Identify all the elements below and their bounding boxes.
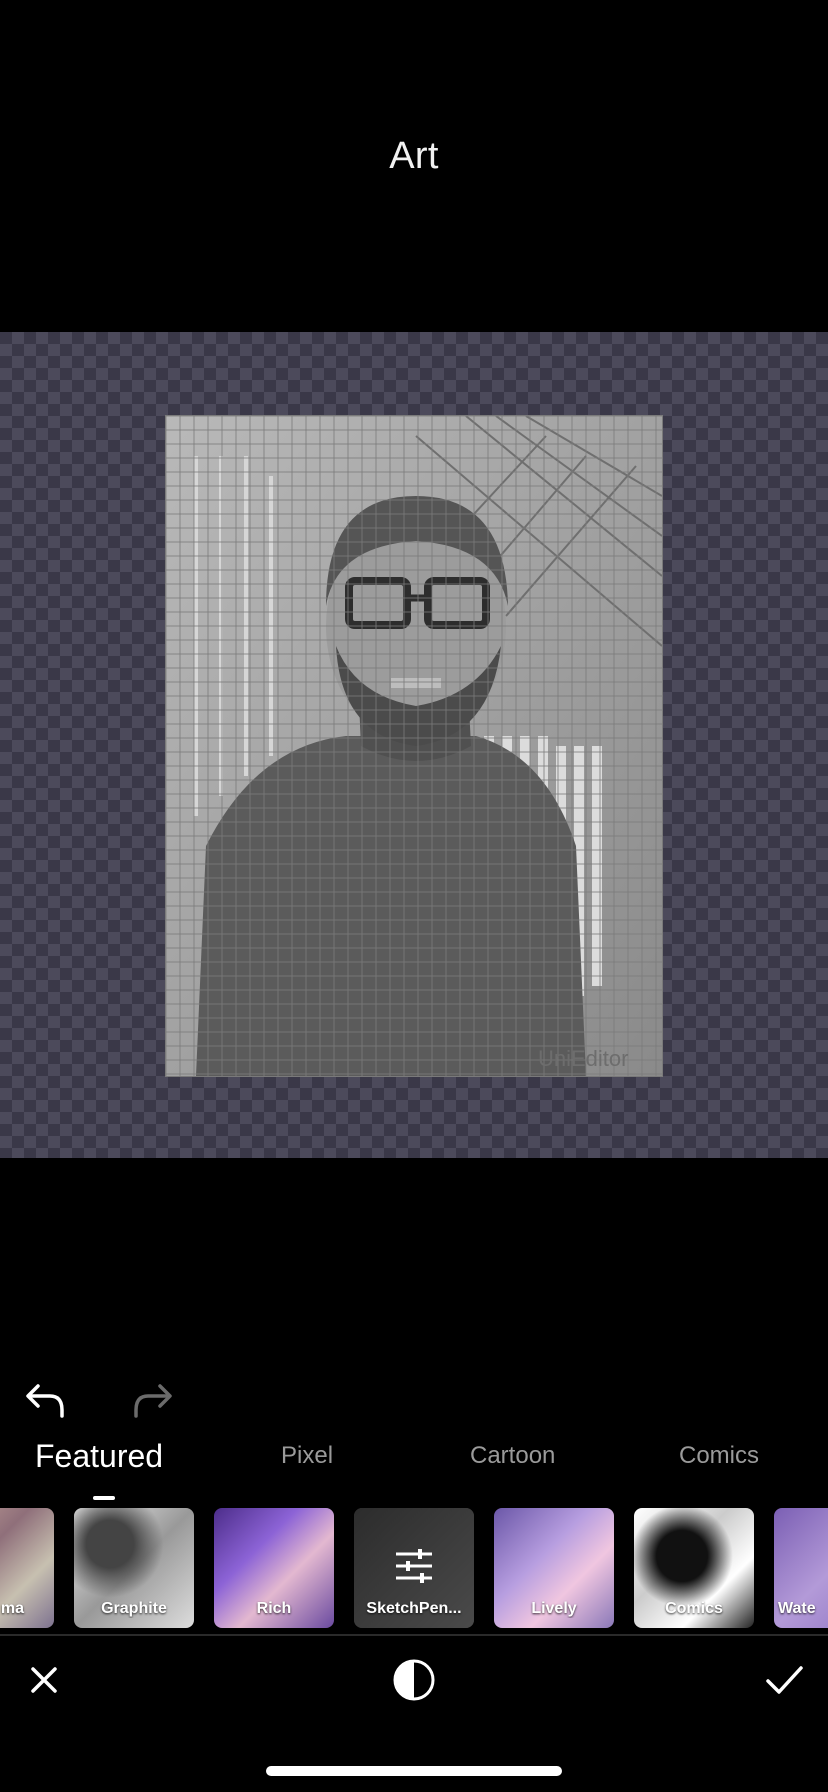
active-tab-indicator <box>93 1496 115 1500</box>
apply-button[interactable] <box>756 1652 812 1708</box>
effect-item-selected[interactable]: SketchPen... <box>354 1508 474 1628</box>
category-tabs: Featured Pixel Cartoon Comics <box>0 1438 828 1498</box>
tab-comics[interactable]: Comics <box>679 1442 759 1470</box>
history-controls <box>0 1372 828 1428</box>
effect-label: Lively <box>531 1600 577 1617</box>
cancel-button[interactable] <box>16 1652 72 1708</box>
compare-button[interactable] <box>386 1652 442 1708</box>
effect-label: Graphite <box>101 1600 167 1617</box>
bottom-bar <box>0 1652 828 1708</box>
redo-button[interactable] <box>124 1372 180 1428</box>
page-title: Art <box>389 135 439 177</box>
effect-item[interactable]: Graphite <box>74 1508 194 1628</box>
effect-label: Rich <box>256 1600 292 1617</box>
photo-art: UniEditor <box>166 416 662 1076</box>
tab-featured[interactable]: Featured <box>35 1438 163 1475</box>
effect-label: Wate <box>778 1600 816 1617</box>
effect-item[interactable]: ma <box>0 1508 54 1628</box>
effect-item[interactable]: Wate <box>774 1508 828 1628</box>
effect-label: Comics <box>665 1600 723 1617</box>
effect-label: ma <box>0 1600 24 1617</box>
tab-cartoon[interactable]: Cartoon <box>470 1442 555 1470</box>
redo-icon <box>134 1384 172 1418</box>
effect-item[interactable]: Lively <box>494 1508 614 1628</box>
undo-icon <box>26 1384 64 1418</box>
tab-pixel[interactable]: Pixel <box>281 1442 333 1470</box>
effect-item[interactable]: Comics <box>634 1508 754 1628</box>
sliders-icon <box>396 1549 432 1583</box>
effect-label: SketchPen... <box>366 1600 462 1617</box>
effect-item[interactable]: Rich <box>214 1508 334 1628</box>
check-icon <box>766 1666 803 1694</box>
divider <box>0 1634 828 1636</box>
home-indicator[interactable] <box>266 1766 562 1776</box>
undo-button[interactable] <box>18 1372 74 1428</box>
image-canvas[interactable]: UniEditor <box>0 332 828 1158</box>
effects-strip[interactable]: ma Graphite Rich SketchPen... Lively Com… <box>0 1508 828 1630</box>
watermark: UniEditor <box>538 1046 628 1071</box>
close-icon <box>31 1667 57 1693</box>
edited-photo: UniEditor <box>166 416 662 1076</box>
contrast-icon <box>393 1659 435 1701</box>
